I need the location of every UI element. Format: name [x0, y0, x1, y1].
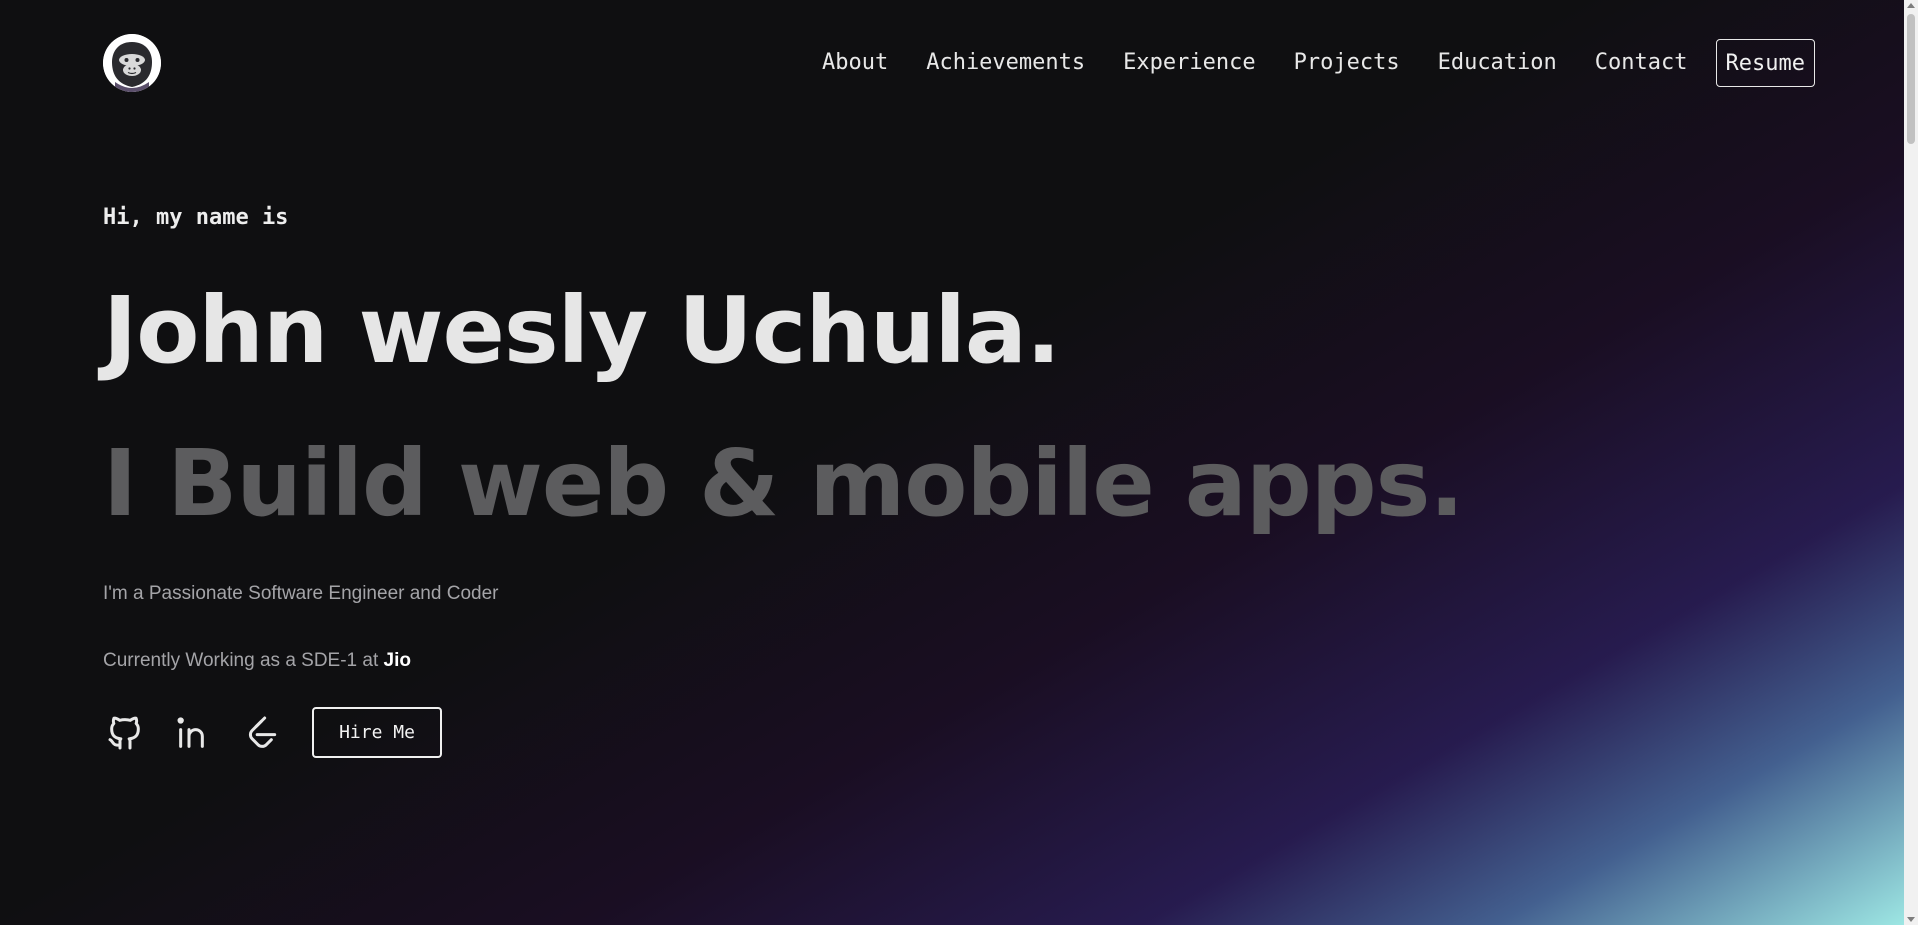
nav-education[interactable]: Education [1438, 38, 1557, 88]
leetcode-icon [248, 716, 277, 748]
hero-section: Hi, my name is John wesly Uchula. I Buil… [103, 205, 1603, 758]
scrollbar-thumb[interactable] [1907, 14, 1915, 144]
hero-actions: Hire Me [103, 707, 442, 758]
intro-text: I'm a Passionate Software Engineer and C… [103, 583, 499, 604]
scroll-down-arrow-icon[interactable] [1907, 917, 1915, 922]
hire-me-button[interactable]: Hire Me [312, 707, 442, 758]
greeting-text: Hi, my name is [103, 205, 289, 230]
linkedin-link[interactable] [172, 711, 216, 755]
github-icon [108, 716, 140, 749]
linkedin-icon [177, 716, 204, 748]
current-role-text: Currently Working as a SDE-1 at Jio [103, 650, 411, 672]
main-nav: About Achievements Experience Projects E… [784, 38, 1815, 88]
nav-projects[interactable]: Projects [1294, 38, 1400, 88]
scroll-up-arrow-icon[interactable] [1907, 3, 1915, 8]
leetcode-link[interactable] [241, 711, 285, 755]
nav-contact[interactable]: Contact [1595, 38, 1688, 88]
site-header: About Achievements Experience Projects E… [0, 0, 1904, 125]
gorilla-avatar-icon [103, 34, 161, 92]
nav-experience[interactable]: Experience [1123, 38, 1255, 88]
resume-button[interactable]: Resume [1715, 39, 1815, 87]
hero-name: John wesly Uchula. [103, 277, 1061, 384]
nav-about[interactable]: About [822, 38, 888, 88]
hero-tagline: I Build web & mobile apps. [103, 430, 1464, 537]
page-scrollbar[interactable] [1904, 0, 1918, 925]
github-link[interactable] [103, 711, 147, 755]
logo[interactable] [103, 34, 161, 92]
current-role-prefix: Currently Working as a SDE-1 at [103, 650, 384, 671]
company-name: Jio [383, 650, 411, 671]
nav-achievements[interactable]: Achievements [926, 38, 1085, 88]
